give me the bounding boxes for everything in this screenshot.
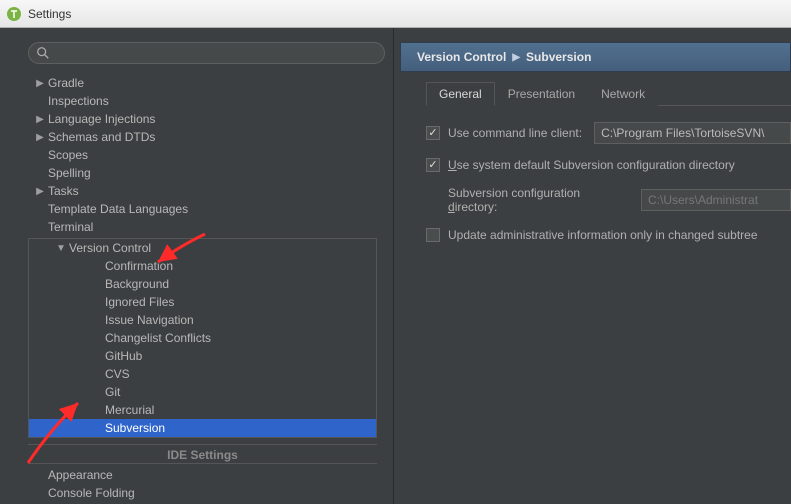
checkbox-update-admin[interactable] — [426, 228, 440, 242]
tree-item[interactable]: Appearance — [8, 466, 385, 484]
tree-item[interactable]: Git — [29, 383, 376, 401]
tree-item-label: Version Control — [69, 241, 151, 255]
breadcrumb-leaf: Subversion — [526, 50, 591, 64]
settings-tree[interactable]: ▶GradleInspections▶Language Injections▶S… — [8, 74, 385, 504]
checkbox-use-default-dir[interactable]: ✓ — [426, 158, 440, 172]
tree-item[interactable]: ▼Version Control — [29, 239, 376, 257]
checkbox-use-cli[interactable]: ✓ — [426, 126, 440, 140]
tree-item[interactable]: Subversion — [29, 419, 376, 437]
tree-item-label: Language Injections — [48, 112, 155, 126]
section-header-ide: IDE Settings — [28, 444, 377, 464]
tree-item-label: Issue Navigation — [105, 313, 194, 327]
app-icon — [6, 6, 22, 22]
tree-item-label: Changelist Conflicts — [105, 331, 211, 345]
breadcrumb-sep-icon: ▶ — [512, 52, 520, 63]
tree-item[interactable]: GitHub — [29, 347, 376, 365]
row-use-cli: ✓ Use command line client: — [426, 122, 791, 144]
breadcrumb: Version Control ▶ Subversion — [400, 42, 791, 72]
tree-item-label: Scopes — [48, 148, 88, 162]
tree-item-label: Ignored Files — [105, 295, 174, 309]
expand-arrow-icon[interactable]: ▶ — [34, 114, 46, 125]
tree-item[interactable]: Background — [29, 275, 376, 293]
tree-item[interactable]: CVS — [29, 365, 376, 383]
tab-network[interactable]: Network — [588, 82, 658, 106]
input-config-dir[interactable] — [641, 189, 791, 211]
tab-general[interactable]: General — [426, 82, 495, 106]
tree-item-label: Background — [105, 277, 169, 291]
form: ✓ Use command line client: ✓ Use system … — [394, 106, 791, 256]
label-update-admin: Update administrative information only i… — [448, 228, 758, 242]
label-config-dir: Subversion configuration directory: — [448, 186, 629, 214]
input-cli-path[interactable] — [594, 122, 791, 144]
search-icon — [36, 46, 50, 60]
tree-item[interactable]: ▶Gradle — [8, 74, 385, 92]
tabs: General Presentation Network — [426, 82, 791, 106]
tree-item-label: Terminal — [48, 220, 93, 234]
tree-item[interactable]: ▶Schemas and DTDs — [8, 128, 385, 146]
tree-item[interactable]: ▶Language Injections — [8, 110, 385, 128]
tree-item[interactable]: Issue Navigation — [29, 311, 376, 329]
tree-item[interactable]: Ignored Files — [29, 293, 376, 311]
tree-item[interactable]: Confirmation — [29, 257, 376, 275]
row-use-default-dir: ✓ Use system default Subversion configur… — [426, 158, 791, 172]
tree-group-version-control: ▼Version Control Confirmation Background Ig… — [28, 238, 377, 438]
expand-arrow-icon[interactable]: ▼ — [55, 243, 67, 254]
tree-item-label: Console Folding — [48, 486, 135, 500]
tree-item-label: Inspections — [48, 94, 109, 108]
tab-presentation[interactable]: Presentation — [495, 82, 588, 106]
tree-item-label: GitHub — [105, 349, 142, 363]
tree-item[interactable]: Scopes — [8, 146, 385, 164]
tree-item[interactable]: Spelling — [8, 164, 385, 182]
tree-item-label: Template Data Languages — [48, 202, 188, 216]
expand-arrow-icon[interactable]: ▶ — [34, 132, 46, 143]
window-title: Settings — [28, 7, 71, 21]
tree-item-label: Subversion — [105, 421, 165, 435]
tree-item-label: Appearance — [48, 468, 113, 482]
content-pane: Version Control ▶ Subversion General Pre… — [394, 28, 791, 504]
tree-item[interactable]: Inspections — [8, 92, 385, 110]
tree-item[interactable]: Console Folding — [8, 484, 385, 502]
tree-item-label: Spelling — [48, 166, 91, 180]
tree-item-label: Gradle — [48, 76, 84, 90]
tree-item-label: Schemas and DTDs — [48, 130, 155, 144]
label-use-default-dir: Use system default Subversion configurat… — [448, 158, 735, 172]
row-update-admin: Update administrative information only i… — [426, 228, 791, 242]
tree-item-label: Git — [105, 385, 120, 399]
tree-item-label: CVS — [105, 367, 130, 381]
tree-item[interactable]: ▶Tasks — [8, 182, 385, 200]
breadcrumb-root: Version Control — [417, 50, 506, 64]
expand-arrow-icon[interactable]: ▶ — [34, 78, 46, 89]
tree-item[interactable]: Template Data Languages — [8, 200, 385, 218]
tree-item[interactable]: Terminal — [8, 218, 385, 236]
tree-item[interactable]: Mercurial — [29, 401, 376, 419]
tree-item-label: Mercurial — [105, 403, 154, 417]
search-input[interactable] — [28, 42, 385, 64]
search-wrap — [28, 42, 385, 64]
expand-arrow-icon[interactable]: ▶ — [34, 186, 46, 197]
tree-item[interactable]: Changelist Conflicts — [29, 329, 376, 347]
tree-item-label: Tasks — [48, 184, 79, 198]
titlebar: Settings — [0, 0, 791, 28]
label-use-cli: Use command line client: — [448, 126, 582, 140]
sidebar: ▶GradleInspections▶Language Injections▶S… — [0, 28, 394, 504]
tree-item-label: Confirmation — [105, 259, 173, 273]
row-config-dir: Subversion configuration directory: — [448, 186, 791, 214]
